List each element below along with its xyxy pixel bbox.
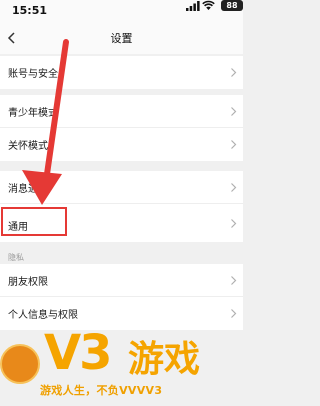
- chevron-right-icon: [231, 183, 237, 192]
- settings-group-modes: 青少年模式 关怀模式: [0, 95, 243, 161]
- nav-bar: 设置: [0, 22, 243, 54]
- list-item-label: 朋友权限: [8, 277, 48, 288]
- watermark-brand: V3: [44, 325, 113, 381]
- chevron-right-icon: [231, 107, 237, 116]
- section-label-privacy: 隐私: [8, 253, 24, 262]
- list-item-label: 青少年模式: [8, 108, 58, 119]
- watermark-brand-cn: 游戏: [128, 339, 201, 380]
- page-title: 设置: [110, 32, 133, 45]
- watermark-logo-icon: [0, 344, 40, 384]
- watermark-slogan: 游戏人生，不负VVVV3: [40, 384, 163, 397]
- status-time: 15:51: [12, 4, 48, 17]
- chevron-right-icon: [231, 219, 237, 228]
- settings-group-account: 账号与安全: [0, 56, 243, 89]
- battery-icon: 88: [221, 0, 243, 11]
- wifi-icon: [202, 0, 215, 10]
- list-item-account-security[interactable]: 账号与安全: [0, 56, 243, 89]
- chevron-right-icon: [231, 68, 237, 77]
- list-item-care-mode[interactable]: 关怀模式: [0, 128, 243, 161]
- list-item-notifications[interactable]: 消息通知: [0, 171, 243, 204]
- settings-group-privacy: 朋友权限 个人信息与权限: [0, 264, 243, 330]
- status-bar: 15:51 88: [0, 0, 243, 22]
- list-item-friend-permissions[interactable]: 朋友权限: [0, 264, 243, 297]
- list-item-label: 关怀模式: [8, 141, 48, 152]
- list-item-label: 个人信息与权限: [8, 310, 78, 321]
- signal-icon: [186, 1, 200, 11]
- chevron-right-icon: [231, 140, 237, 149]
- list-item-personal-info[interactable]: 个人信息与权限: [0, 297, 243, 330]
- list-item-teen-mode[interactable]: 青少年模式: [0, 95, 243, 128]
- chevron-right-icon: [231, 309, 237, 318]
- list-item-label: 账号与安全: [8, 69, 58, 80]
- list-item-label: 消息通知: [8, 184, 48, 195]
- chevron-right-icon: [231, 276, 237, 285]
- highlight-box: [1, 207, 67, 236]
